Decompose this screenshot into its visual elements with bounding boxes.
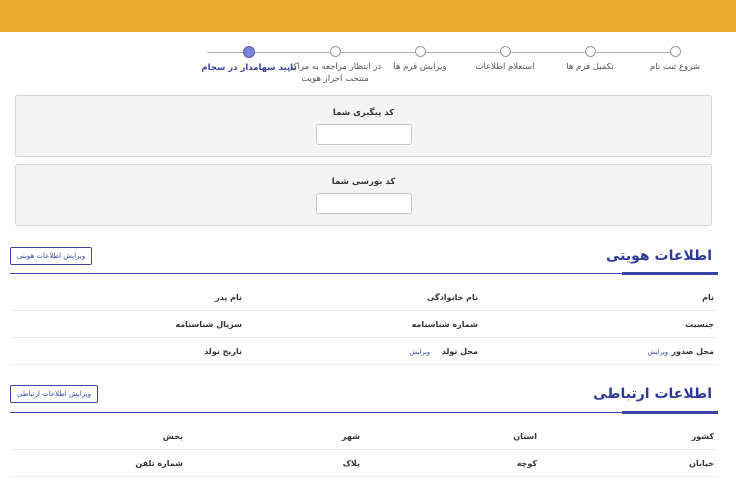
edit-contact-button[interactable]: ویرایش اطلاعات ارتباطی bbox=[10, 385, 98, 403]
bourse-code-input[interactable] bbox=[316, 193, 412, 214]
field-label: شماره تلفن bbox=[135, 459, 183, 468]
field-issue-place: محل صدور ویرایش bbox=[482, 338, 718, 365]
step-dot bbox=[669, 46, 681, 57]
field-city: شهر bbox=[187, 423, 364, 450]
field-plate: پلاک bbox=[187, 450, 364, 477]
field-alley: کوچه bbox=[364, 450, 541, 477]
step-dot-active bbox=[243, 46, 255, 58]
field-label: محل صدور bbox=[671, 347, 714, 356]
tracking-code-title: کد پیگیری شما bbox=[332, 108, 395, 118]
field-label: کشور bbox=[691, 432, 714, 441]
field-last-name: نام خانوادگی bbox=[246, 284, 482, 311]
tracking-code-box: کد پیگیری شما bbox=[15, 95, 712, 157]
field-label: استان bbox=[513, 432, 537, 441]
step-label-line2: منتخب احراز هویت bbox=[301, 74, 369, 84]
field-label: تاریخ تولد bbox=[204, 347, 242, 356]
identity-section-title: اطلاعات هویتی bbox=[606, 248, 712, 264]
field-district: بخش bbox=[10, 423, 187, 450]
step-shareholder-approval: تایید سهامدار در سجام bbox=[189, 46, 309, 74]
field-label: نام bbox=[702, 293, 714, 302]
field-id-serial: سریال شناسنامه bbox=[10, 311, 246, 338]
field-label: پلاک bbox=[342, 459, 360, 468]
contact-divider-accent bbox=[622, 411, 718, 414]
tracking-code-input[interactable] bbox=[316, 124, 412, 145]
field-label: خیابان bbox=[689, 459, 714, 468]
contact-divider bbox=[10, 412, 718, 413]
field-label: سریال شناسنامه bbox=[175, 320, 242, 329]
step-dot bbox=[584, 46, 596, 57]
field-father-name: نام پدر bbox=[10, 284, 246, 311]
contact-row: کشور استان شهر بخش bbox=[10, 423, 718, 450]
step-dot bbox=[414, 46, 426, 57]
field-gender: جنسیت bbox=[482, 311, 718, 338]
field-birth-date: تاریخ تولد bbox=[10, 338, 246, 365]
registration-stepper: شروع ثبت نام تکمیل فرم ها استعلام اطلاعا… bbox=[200, 46, 700, 90]
bourse-code-title: کد بورسی شما bbox=[331, 177, 396, 187]
field-label: نام خانوادگی bbox=[426, 293, 478, 302]
field-label: بخش bbox=[162, 432, 183, 441]
edit-birth-place-link[interactable]: ویرایش bbox=[410, 348, 430, 356]
edit-issue-place-link[interactable]: ویرایش bbox=[648, 348, 668, 356]
field-phone: شماره تلفن bbox=[10, 450, 187, 477]
identity-row: جنسیت شماره شناسنامه سریال شناسنامه bbox=[10, 311, 718, 338]
step-label: تایید سهامدار در سجام bbox=[201, 63, 297, 73]
step-dot bbox=[499, 46, 511, 57]
identity-divider-accent bbox=[622, 272, 718, 275]
field-label: نام پدر bbox=[215, 293, 242, 302]
field-country: کشور bbox=[541, 423, 718, 450]
field-label: کوچه bbox=[516, 459, 537, 468]
field-label: شهر bbox=[341, 432, 360, 441]
bourse-code-box: کد بورسی شما bbox=[15, 164, 712, 226]
field-label: شماره شناسنامه bbox=[411, 320, 478, 329]
edit-identity-button[interactable]: ویرایش اطلاعات هویتی bbox=[10, 247, 93, 265]
contact-row: خیابان کوچه پلاک شماره تلفن bbox=[10, 450, 718, 477]
identity-row: محل صدور ویرایش محل تولد ویرایش تاریخ تو… bbox=[10, 338, 718, 365]
field-province: استان bbox=[364, 423, 541, 450]
field-label: جنسیت bbox=[685, 320, 714, 329]
contact-section-title: اطلاعات ارتباطی bbox=[593, 386, 712, 402]
field-street: خیابان bbox=[541, 450, 718, 477]
step-dot bbox=[329, 46, 341, 57]
top-header-bar bbox=[0, 0, 736, 32]
identity-divider bbox=[10, 273, 718, 274]
field-id-number: شماره شناسنامه bbox=[246, 311, 482, 338]
identity-row: نام نام خانوادگی نام پدر bbox=[10, 284, 718, 311]
field-birth-place: محل تولد ویرایش bbox=[246, 338, 482, 365]
field-label: محل تولد bbox=[441, 347, 478, 356]
field-first-name: نام bbox=[482, 284, 718, 311]
